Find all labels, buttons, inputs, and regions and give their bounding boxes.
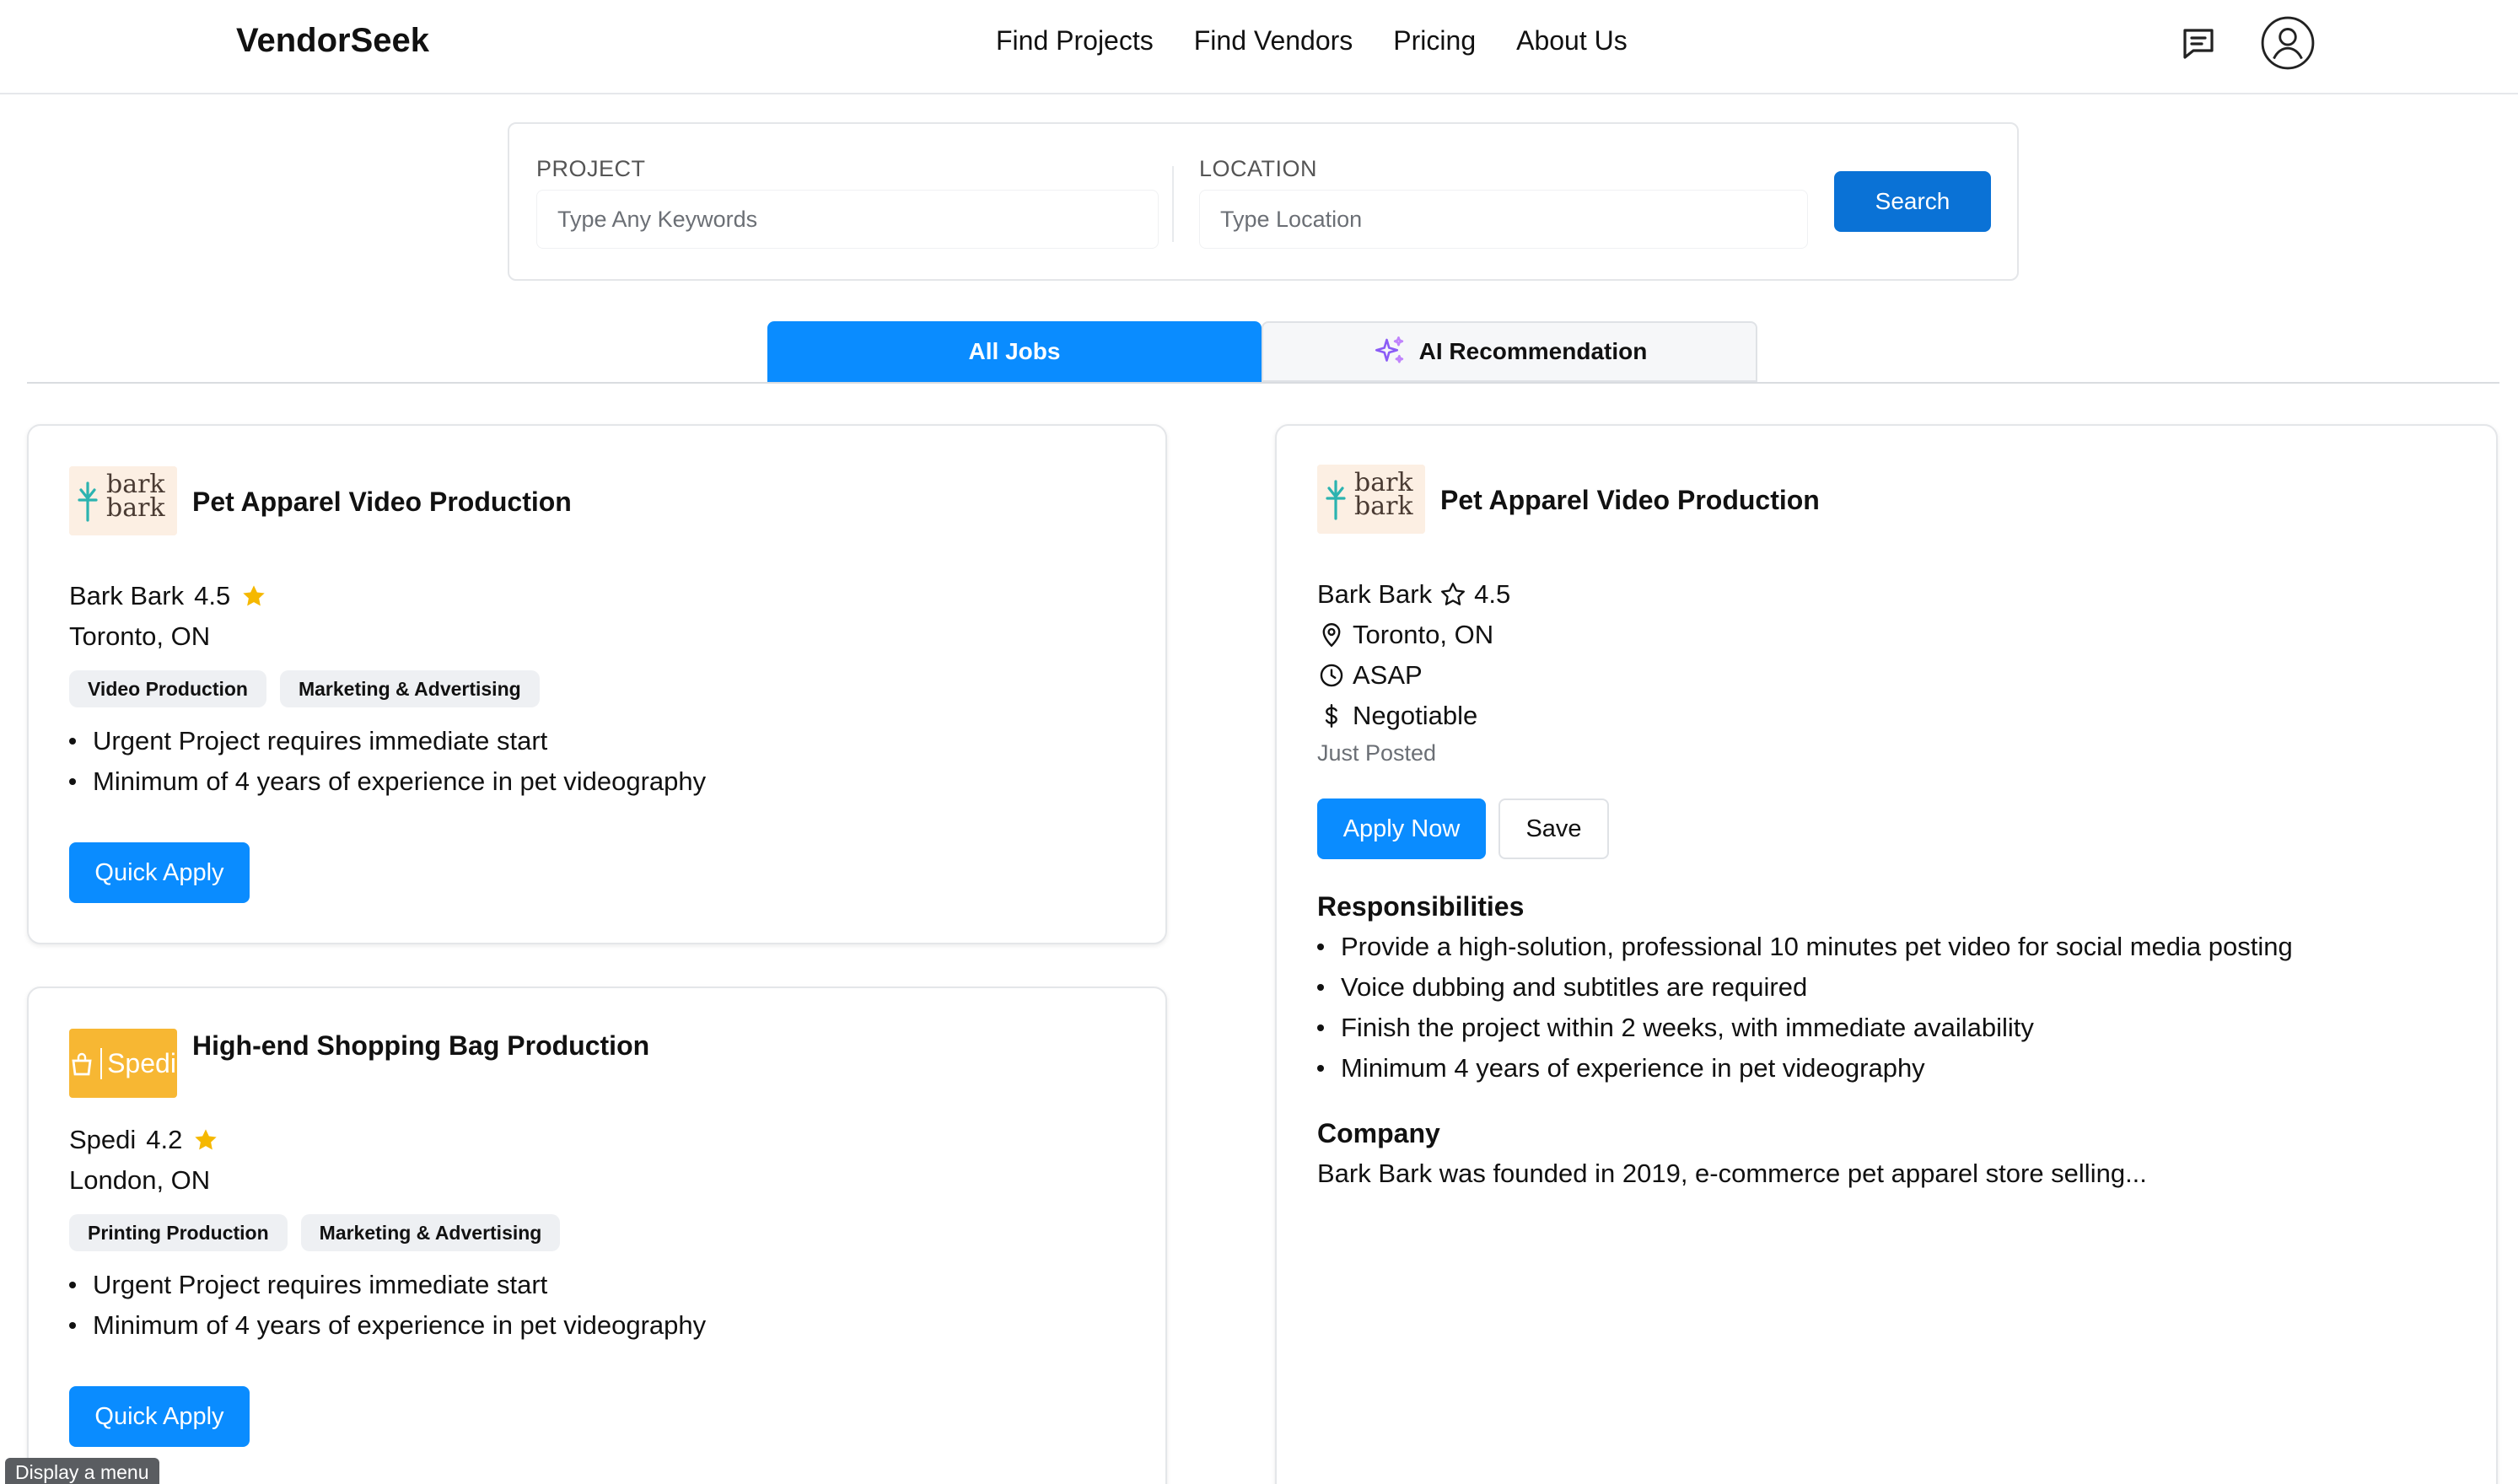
company-name: Bark Bark: [69, 581, 185, 610]
search-divider: [1172, 166, 1174, 242]
responsibility-item: Finish the project within 2 weeks, with …: [1317, 1008, 2293, 1048]
user-profile-icon[interactable]: [2260, 15, 2316, 71]
project-keyword-input[interactable]: [536, 190, 1159, 249]
company-name: Bark Bark: [1317, 579, 1433, 609]
location-label: LOCATION: [1199, 156, 1318, 181]
job-location: Toronto, ON: [69, 621, 211, 651]
display-menu-tooltip: Display a menu: [5, 1458, 159, 1484]
detail-job-title: Pet Apparel Video Production: [1440, 485, 1820, 515]
apply-now-button[interactable]: Apply Now: [1317, 798, 1486, 859]
quick-apply-button[interactable]: Quick Apply: [69, 842, 250, 903]
main-nav: Find Projects Find Vendors Pricing About…: [996, 25, 1628, 56]
responsibilities-heading: Responsibilities: [1317, 891, 1525, 922]
spedi-logo-text: Spedi: [100, 1047, 176, 1079]
nav-find-projects[interactable]: Find Projects: [996, 25, 1154, 56]
job-card[interactable]: Spedi High-end Shopping Bag Production S…: [27, 987, 1167, 1484]
job-title[interactable]: High-end Shopping Bag Production: [192, 1030, 649, 1062]
job-highlights: Urgent Project requires immediate start …: [69, 1265, 706, 1346]
detail-timing: ASAP: [1317, 660, 1423, 691]
responsibilities-list: Provide a high-solution, professional 10…: [1317, 927, 2293, 1089]
spedi-logo: Spedi: [69, 1029, 177, 1098]
bark-bark-logo: bark bark: [69, 466, 177, 535]
budget-text: Negotiable: [1353, 701, 1478, 730]
bark-bark-logo: bark bark: [1317, 465, 1425, 534]
rating-value: 4.5: [1474, 579, 1511, 609]
tag-marketing-advertising[interactable]: Marketing & Advertising: [300, 1214, 561, 1251]
responsibility-item: Provide a high-solution, professional 10…: [1317, 927, 2293, 967]
company-description: Bark Bark was founded in 2019, e-commerc…: [1317, 1159, 2147, 1188]
star-outline-icon: [1441, 583, 1466, 605]
spedi-logo-mark: [72, 1052, 92, 1076]
save-button[interactable]: Save: [1498, 798, 1609, 859]
location-pin-icon: [1322, 623, 1341, 648]
tab-ai-label: AI Recommendation: [1418, 338, 1648, 364]
rating-value: 4.5: [194, 581, 231, 610]
rating-value: 4.2: [146, 1125, 183, 1154]
tag-marketing-advertising[interactable]: Marketing & Advertising: [279, 670, 540, 707]
tag-video-production[interactable]: Video Production: [69, 670, 266, 707]
highlight-item: Minimum of 4 years of experience in pet …: [69, 761, 706, 802]
highlight-item: Urgent Project requires immediate start: [69, 721, 706, 761]
project-label: PROJECT: [536, 156, 646, 181]
company-name: Spedi: [69, 1125, 137, 1154]
job-card[interactable]: bark bark Pet Apparel Video Production B…: [27, 424, 1167, 944]
search-button[interactable]: Search: [1834, 171, 1991, 232]
tab-all-jobs[interactable]: All Jobs: [767, 321, 1262, 382]
nav-about-us[interactable]: About Us: [1516, 25, 1628, 56]
tag-printing-production[interactable]: Printing Production: [69, 1214, 288, 1251]
nav-find-vendors[interactable]: Find Vendors: [1194, 25, 1353, 56]
category-tags: Video Production Marketing & Advertising: [69, 670, 540, 707]
detail-budget: Negotiable: [1317, 701, 1477, 731]
location-text: Toronto, ON: [1353, 620, 1494, 649]
messages-icon[interactable]: [2178, 24, 2219, 64]
posted-time: Just Posted: [1317, 740, 1437, 766]
logo-text-line-2: bark: [1354, 492, 1413, 521]
job-tabs: All Jobs AI Recommendation: [767, 321, 1757, 382]
company-rating: Bark Bark 4.5: [69, 581, 267, 611]
company-rating: Spedi 4.2: [69, 1125, 219, 1155]
dollar-icon: [1325, 704, 1337, 728]
clock-icon: [1320, 664, 1343, 687]
responsibility-item: Voice dubbing and subtitles are required: [1317, 967, 2293, 1008]
job-highlights: Urgent Project requires immediate start …: [69, 721, 706, 802]
logo-text-line-2: bark: [106, 493, 165, 523]
detail-location: Toronto, ON: [1317, 620, 1493, 650]
nav-pricing[interactable]: Pricing: [1393, 25, 1476, 56]
location-input[interactable]: [1199, 190, 1808, 249]
tab-ai-recommendation[interactable]: AI Recommendation: [1262, 321, 1757, 382]
search-panel: PROJECT LOCATION Search: [508, 122, 2019, 281]
tabs-underline: [27, 382, 2499, 384]
highlight-item: Minimum of 4 years of experience in pet …: [69, 1305, 706, 1346]
site-logo[interactable]: VendorSeek: [236, 22, 429, 60]
highlight-item: Urgent Project requires immediate start: [69, 1265, 706, 1305]
category-tags: Printing Production Marketing & Advertis…: [69, 1214, 561, 1251]
responsibility-item: Minimum 4 years of experience in pet vid…: [1317, 1048, 2293, 1089]
timing-text: ASAP: [1353, 660, 1423, 690]
detail-company-rating: Bark Bark 4.5: [1317, 579, 1510, 610]
star-filled-icon: [243, 585, 265, 606]
star-filled-icon: [195, 1129, 218, 1150]
job-title[interactable]: Pet Apparel Video Production: [192, 487, 572, 518]
top-nav-bar: VendorSeek Find Projects Find Vendors Pr…: [0, 0, 2518, 94]
quick-apply-button[interactable]: Quick Apply: [69, 1386, 250, 1447]
tab-all-jobs-label: All Jobs: [968, 338, 1061, 364]
job-location: London, ON: [69, 1165, 211, 1195]
sparkle-icon: [1375, 336, 1403, 363]
company-heading: Company: [1317, 1118, 1440, 1148]
